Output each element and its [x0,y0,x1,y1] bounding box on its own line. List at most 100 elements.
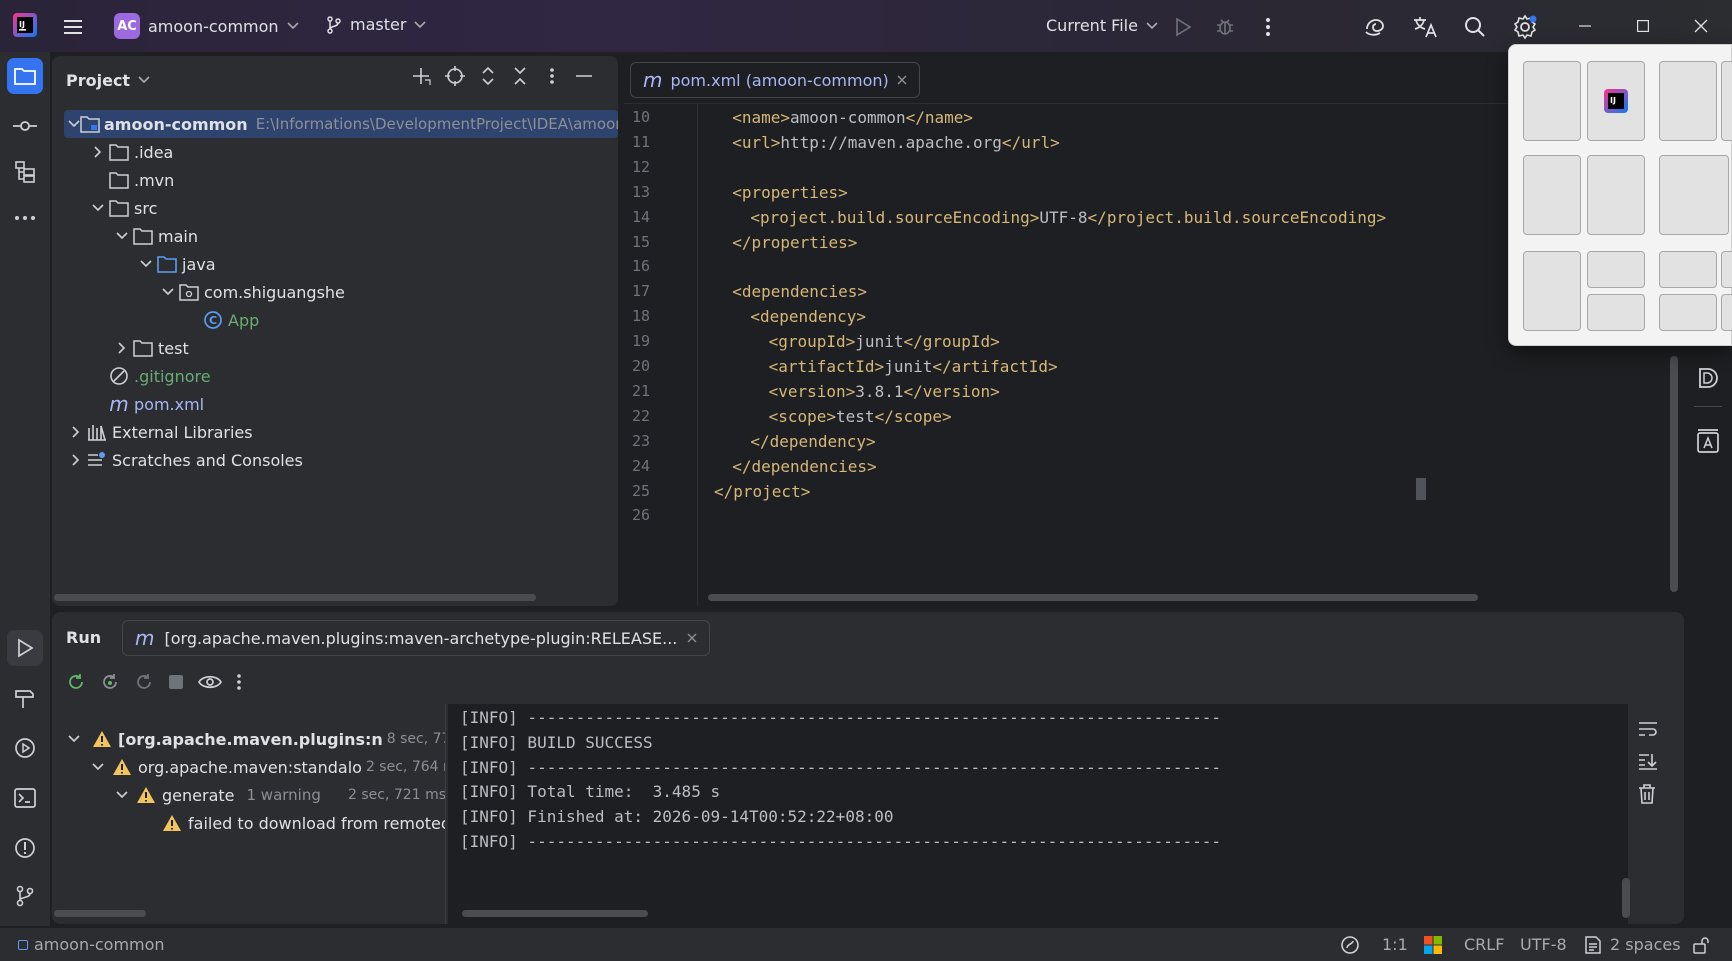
search-icon[interactable] [1460,12,1490,42]
build-tree-row[interactable]: failed to download from remoteorg [162,810,445,836]
console-horizontal-scrollbar[interactable] [462,910,648,917]
debug-icon[interactable] [1210,12,1240,42]
editor-tab-pom[interactable]: m pom.xml (amoon-common) [630,62,920,98]
intellij-logo-icon[interactable]: IJ [12,12,38,38]
run-tab[interactable]: m [org.apache.maven.plugins:maven-archet… [122,620,711,656]
snap-zone[interactable] [1523,251,1581,331]
more-tools-icon[interactable] [7,200,43,236]
snap-zone[interactable] [1523,155,1581,235]
indent-setting[interactable]: 2 spaces [1584,935,1681,954]
clear-console-trash-icon[interactable] [1638,784,1658,804]
translate-icon[interactable] [1410,12,1440,42]
rerun-failed-icon[interactable] [100,672,120,692]
soft-wrap-icon[interactable] [1638,720,1658,738]
snap-zone[interactable] [1659,61,1717,141]
snap-zone[interactable] [1659,251,1717,288]
tree-item-java[interactable]: java [136,250,216,278]
tree-item-idea[interactable]: .idea [88,138,173,166]
panel-options-icon[interactable] [536,67,568,85]
snap-zone[interactable] [1587,251,1645,288]
more-actions-icon[interactable] [1253,12,1283,42]
snap-zone[interactable] [1523,61,1581,141]
database-tool-icon[interactable] [1696,366,1720,390]
line-ending[interactable]: CRLF [1464,935,1504,954]
run-more-options-icon[interactable] [236,673,242,691]
snap-zone[interactable] [1721,251,1732,288]
problems-tool-icon[interactable] [7,830,43,866]
close-tab-icon[interactable] [897,75,907,85]
tree-item-main[interactable]: main [112,222,198,250]
console-output[interactable]: [INFO] ---------------------------------… [448,704,1628,924]
build-tree-row[interactable]: generate 1 warning 2 sec, 721 ms [112,782,445,808]
chevron-right-icon[interactable] [112,338,132,358]
chevron-right-icon[interactable] [66,450,86,470]
editor-horizontal-scrollbar[interactable] [708,594,1478,601]
project-switcher[interactable]: AC amoon-common [114,13,299,39]
status-project-breadcrumb[interactable]: amoon-common [18,935,165,954]
chevron-down-icon[interactable] [68,114,80,134]
git-tool-icon[interactable] [7,878,43,914]
new-file-icon[interactable] [404,66,438,86]
commit-tool-icon[interactable] [7,108,43,144]
services-tool-icon[interactable] [7,730,43,766]
caret-position[interactable]: 1:1 [1382,935,1408,954]
run-config-selector[interactable]: Current File [1046,16,1158,35]
file-encoding[interactable]: UTF-8 [1520,935,1567,954]
show-output-eye-icon[interactable] [198,673,222,691]
expand-all-icon[interactable] [472,66,504,86]
hide-panel-icon[interactable] [568,74,600,78]
rerun-icon[interactable] [66,672,86,692]
chevron-down-icon[interactable] [112,226,132,246]
chevron-down-icon[interactable] [158,282,178,302]
tree-item-app[interactable]: C App [202,306,259,334]
editor-vertical-scrollbar[interactable] [1670,356,1678,592]
tree-item-src[interactable]: src [88,194,157,222]
chevron-down-icon[interactable] [88,198,108,218]
collapse-all-icon[interactable] [504,66,536,86]
main-menu-icon[interactable] [58,12,88,42]
tree-item-mvn[interactable]: .mvn [108,166,174,194]
settings-gear-icon[interactable] [1510,12,1540,42]
stop-icon[interactable] [168,674,184,690]
snap-zone[interactable] [1721,61,1732,141]
snap-zone[interactable] [1721,294,1732,331]
snap-zone[interactable]: IJ [1587,61,1645,141]
build-tree-row[interactable]: org.apache.maven:standalo 2 sec, 764 ms [88,754,445,780]
tree-item-pom[interactable]: m pom.xml [108,390,204,418]
tree-item-test[interactable]: test [112,334,189,362]
text-tool-icon[interactable] [1696,428,1720,454]
run-tool-icon[interactable] [7,630,43,666]
run-icon[interactable] [1168,12,1198,42]
read-only-lock-icon[interactable] [1692,936,1710,954]
ai-status-icon[interactable] [1340,935,1360,955]
locate-file-icon[interactable] [438,66,472,86]
close-tab-icon[interactable] [687,633,697,643]
chevron-right-icon[interactable] [66,422,86,442]
ai-assistant-icon[interactable] [1360,12,1390,42]
tree-item-scratches[interactable]: Scratches and Consoles [66,446,303,474]
tree-item-gitignore[interactable]: .gitignore [108,362,211,390]
console-vertical-scrollbar[interactable] [1622,878,1630,918]
tree-item-package[interactable]: com.shiguangshe [158,278,345,306]
snap-zone[interactable] [1587,294,1645,331]
snap-zone[interactable] [1659,155,1729,235]
terminal-tool-icon[interactable] [7,780,43,816]
structure-tool-icon[interactable] [7,154,43,190]
snap-zone[interactable] [1587,155,1645,235]
chevron-down-icon[interactable] [64,729,84,749]
project-tool-icon[interactable] [7,58,43,94]
project-horizontal-scrollbar[interactable] [54,594,536,601]
build-tree-row[interactable]: [org.apache.maven.plugins:n 8 sec, 778 m… [64,726,445,752]
chevron-right-icon[interactable] [88,142,108,162]
chevron-down-icon[interactable] [88,757,108,777]
chevron-down-icon[interactable] [136,254,156,274]
chevron-down-icon[interactable] [112,785,132,805]
windows-logo-icon[interactable] [1424,936,1442,954]
toggle-auto-rerun-icon[interactable] [134,672,154,692]
tree-item-external-libraries[interactable]: External Libraries [66,418,253,446]
scroll-to-end-icon[interactable] [1638,752,1658,770]
build-hammer-icon[interactable] [7,680,43,716]
branch-switcher[interactable]: master [326,15,426,34]
tree-item-amoon-common[interactable]: amoon-common E:\Informations\Development… [64,110,618,138]
build-tree-scrollbar[interactable] [54,910,146,917]
